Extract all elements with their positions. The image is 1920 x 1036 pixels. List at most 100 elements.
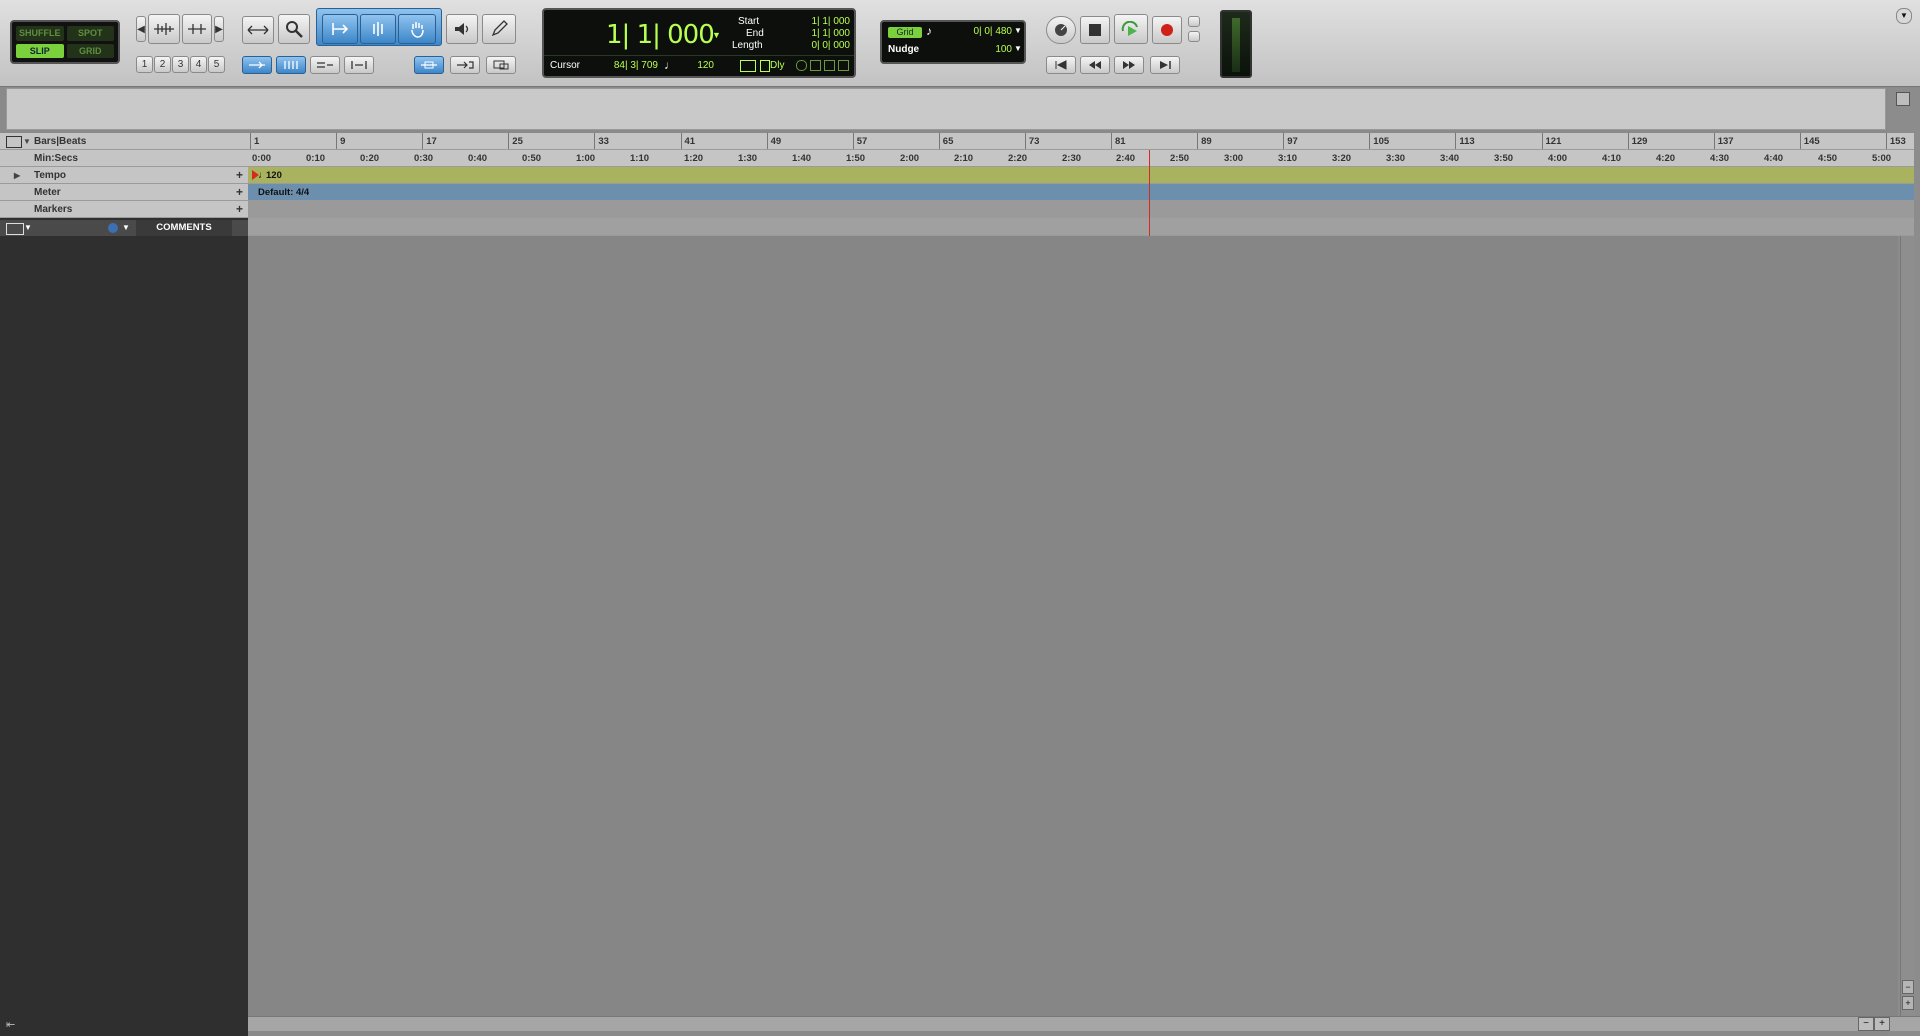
add-tempo-icon[interactable]: + xyxy=(236,167,243,183)
time-tick-label: 4:00 xyxy=(1548,153,1568,164)
nudge-dropdown-icon[interactable]: ▼ xyxy=(1014,44,1022,53)
edit-window-tracks-area[interactable] xyxy=(248,236,1898,1016)
keyboard-focus-icon[interactable] xyxy=(486,56,516,74)
tempo-ruler[interactable]: ♩ 120 xyxy=(248,167,1914,184)
loop-play-button-icon[interactable] xyxy=(1114,14,1148,44)
ruler-row-bars-beats[interactable]: ▼ Bars|Beats xyxy=(0,133,248,150)
click-icon[interactable] xyxy=(810,60,821,71)
countoff-icon[interactable] xyxy=(824,60,835,71)
vertical-scrollbar[interactable] xyxy=(1900,236,1915,1016)
zoomer-toggle-icon[interactable] xyxy=(242,16,274,44)
counter-format-dropdown-icon[interactable]: ▼ xyxy=(712,30,721,40)
link-track-edit-selection-icon[interactable] xyxy=(414,56,444,74)
audio-zoom-icon[interactable] xyxy=(148,14,180,44)
min-secs-ruler[interactable]: 0:00 0:10 0:20 0:30 0:40 0:50 1:00 1:10 1:20 1:30… xyxy=(248,150,1914,167)
tracks-list-panel xyxy=(0,133,248,1022)
midi-zoom-icon[interactable] xyxy=(182,14,212,44)
tempo-marker-value[interactable]: 120 xyxy=(266,167,282,183)
ruler-row-meter[interactable]: Meter + xyxy=(0,184,248,201)
zoom-preset-3[interactable]: 3 xyxy=(172,56,189,73)
track-height-zoom-in-icon[interactable]: + xyxy=(1902,996,1914,1010)
ruler-dropdown-icon[interactable]: ▼ xyxy=(23,133,31,150)
pencil-tool-icon[interactable] xyxy=(482,14,516,44)
horizontal-zoom-in-icon[interactable]: + xyxy=(1874,1017,1890,1031)
dly-label[interactable]: Dly xyxy=(770,60,790,71)
transport-view-toggle-1[interactable] xyxy=(1188,16,1200,27)
track-list-dropdown-icon[interactable]: ▼ xyxy=(24,220,32,236)
zoom-in-arrow-icon[interactable]: ▶ xyxy=(214,16,224,42)
add-marker-icon[interactable]: + xyxy=(236,201,243,217)
trim-tool-icon[interactable] xyxy=(322,14,358,44)
bar-tick-label: 33 xyxy=(594,133,609,149)
tab-to-transients-icon[interactable] xyxy=(242,56,272,74)
main-counter-value[interactable]: 1| 1| 000 xyxy=(606,20,715,50)
online-transport-icon[interactable] xyxy=(1046,16,1076,44)
stop-button-icon[interactable] xyxy=(1080,16,1110,44)
delay-compensation-icon[interactable] xyxy=(760,60,770,72)
ruler-view-icon[interactable] xyxy=(6,136,22,148)
rewind-icon[interactable] xyxy=(1080,56,1110,74)
time-tick-label: 3:40 xyxy=(1440,153,1460,164)
go-to-end-icon[interactable] xyxy=(1150,56,1180,74)
transport-view-toggle-2[interactable] xyxy=(1188,31,1200,42)
selector-tool-icon[interactable] xyxy=(360,14,396,44)
zoom-preset-2[interactable]: 2 xyxy=(154,56,171,73)
ruler-label-tempo: Tempo xyxy=(34,170,67,181)
record-button-icon[interactable] xyxy=(1152,16,1182,44)
bars-beats-ruler[interactable]: 1 9 17 25 33 41 49 57 65 73 81 89 97 105 113 121 129 137 1… xyxy=(248,133,1914,150)
track-height-zoom-out-icon[interactable]: − xyxy=(1902,980,1914,994)
ruler-row-min-secs[interactable]: Min:Secs xyxy=(0,150,248,167)
zoom-preset-4[interactable]: 4 xyxy=(190,56,207,73)
zoomer-tool-magnifier-icon[interactable] xyxy=(278,14,310,44)
toolbar-menu-icon[interactable]: ▼ xyxy=(1896,8,1912,24)
add-meter-icon[interactable]: + xyxy=(236,184,243,200)
edit-window-toolbar: SHUFFLE SPOT SLIP GRID ◀ ▶ 1 2 3 4 5 1| … xyxy=(0,0,1920,87)
automation-follows-edit-icon[interactable] xyxy=(310,56,340,74)
show-hide-tracks-icon[interactable]: ⇤ xyxy=(6,1018,15,1031)
length-label: Length xyxy=(732,40,763,51)
nudge-value[interactable]: 100 xyxy=(952,44,1012,55)
zoom-preset-1[interactable]: 1 xyxy=(136,56,153,73)
grid-dropdown-icon[interactable]: ▼ xyxy=(1014,26,1022,35)
grid-value[interactable]: 0| 0| 480 xyxy=(952,26,1012,37)
length-value[interactable]: 0| 0| 000 xyxy=(784,40,850,51)
panel-toggle-icon[interactable] xyxy=(1896,92,1910,106)
bar-tick-label: 9 xyxy=(336,133,345,149)
horizontal-scrollbar[interactable]: − + xyxy=(248,1016,1920,1031)
meter-marker-default[interactable]: Default: 4/4 xyxy=(258,184,309,200)
grid-mode-button[interactable]: GRID xyxy=(66,43,114,58)
playhead-line xyxy=(1149,150,1150,236)
timeline-selection-bar[interactable] xyxy=(248,218,1914,236)
bar-tick-label: 153 xyxy=(1885,133,1906,149)
tempo-expand-icon[interactable]: ▶ xyxy=(14,167,20,184)
ruler-row-tempo[interactable]: ▶ Tempo + xyxy=(0,167,248,184)
slip-mode-button[interactable]: SLIP xyxy=(16,43,64,58)
timebase-clock-icon[interactable] xyxy=(108,223,118,233)
fast-forward-icon[interactable] xyxy=(1114,56,1144,74)
horizontal-zoom-out-icon[interactable]: − xyxy=(1858,1017,1874,1031)
ruler-row-markers[interactable]: Markers + xyxy=(0,201,248,218)
return-to-zero-icon[interactable] xyxy=(1046,56,1076,74)
cursor-value: 84| 3| 709 xyxy=(613,60,658,71)
midi-input-icon[interactable] xyxy=(796,60,807,71)
mirror-midi-editing-icon[interactable] xyxy=(276,56,306,74)
bar-tick-label: 49 xyxy=(766,133,781,149)
meter-ruler[interactable]: Default: 4/4 xyxy=(248,184,1914,201)
track-list-view-icon[interactable] xyxy=(6,223,24,235)
grabber-hand-icon[interactable] xyxy=(398,14,436,44)
pre-post-roll-icon[interactable] xyxy=(740,60,756,72)
link-timeline-edit-icon[interactable] xyxy=(344,56,374,74)
zoom-out-arrow-icon[interactable]: ◀ xyxy=(136,16,146,42)
scrubber-speaker-icon[interactable] xyxy=(446,14,478,44)
comments-column-header[interactable]: COMMENTS xyxy=(136,220,232,236)
timebase-dropdown-icon[interactable]: ▼ xyxy=(122,220,130,236)
insertion-follows-playback-icon[interactable] xyxy=(450,56,480,74)
spot-mode-button[interactable]: SPOT xyxy=(66,26,114,41)
markers-ruler[interactable] xyxy=(248,201,1914,218)
start-value[interactable]: 1| 1| 000 xyxy=(784,16,850,27)
shuffle-mode-button[interactable]: SHUFFLE xyxy=(16,26,64,41)
zoom-preset-5[interactable]: 5 xyxy=(208,56,225,73)
metronome-icon[interactable] xyxy=(838,60,849,71)
grid-toggle[interactable]: Grid xyxy=(888,27,922,38)
end-value[interactable]: 1| 1| 000 xyxy=(784,28,850,39)
